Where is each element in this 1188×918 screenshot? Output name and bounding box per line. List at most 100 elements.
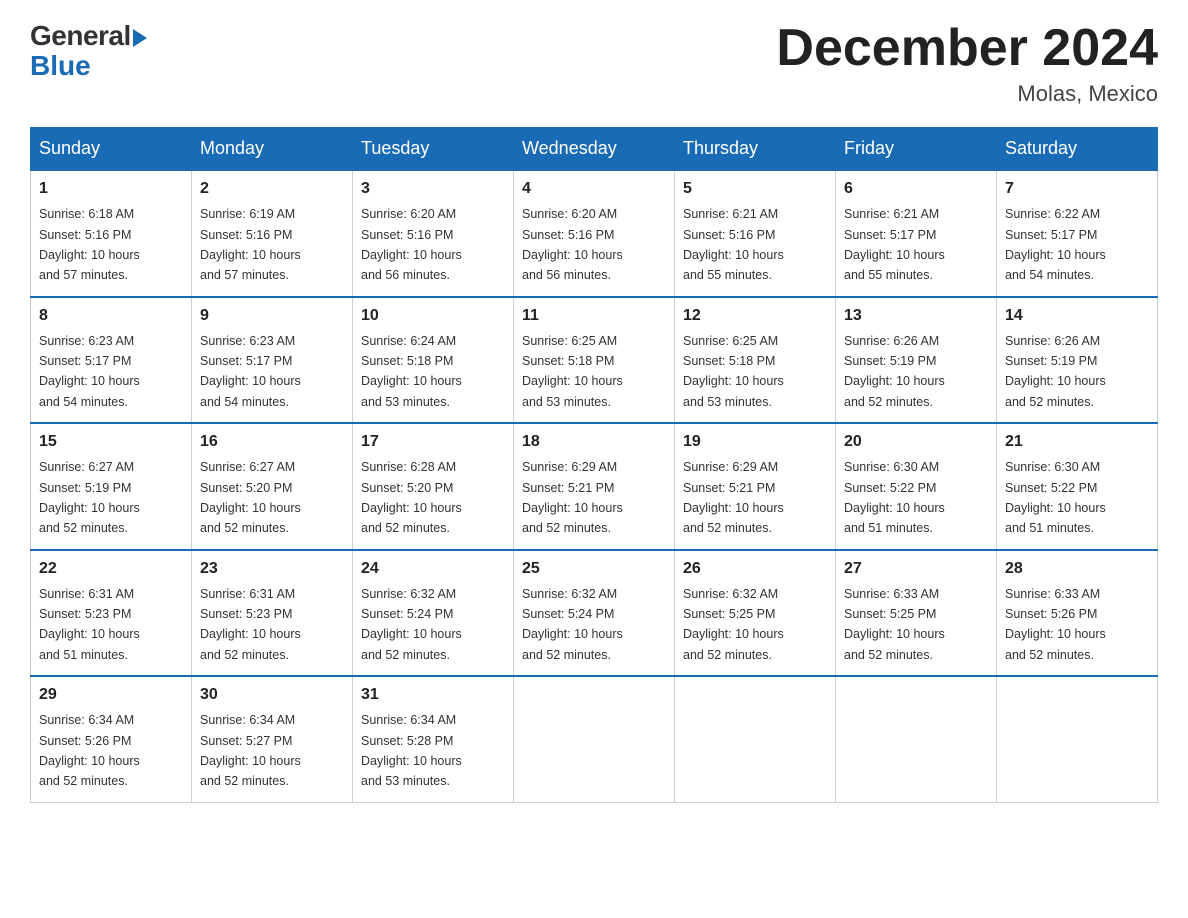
day-number: 26 xyxy=(683,557,827,581)
calendar-day-header: Tuesday xyxy=(353,128,514,171)
day-info: Sunrise: 6:31 AMSunset: 5:23 PMDaylight:… xyxy=(200,587,301,662)
day-number: 13 xyxy=(844,304,988,328)
day-number: 23 xyxy=(200,557,344,581)
calendar-cell xyxy=(836,676,997,802)
calendar-cell: 2 Sunrise: 6:19 AMSunset: 5:16 PMDayligh… xyxy=(192,170,353,297)
calendar-week-row: 15 Sunrise: 6:27 AMSunset: 5:19 PMDaylig… xyxy=(31,423,1158,550)
calendar-cell: 5 Sunrise: 6:21 AMSunset: 5:16 PMDayligh… xyxy=(675,170,836,297)
day-number: 3 xyxy=(361,177,505,201)
day-number: 20 xyxy=(844,430,988,454)
day-info: Sunrise: 6:24 AMSunset: 5:18 PMDaylight:… xyxy=(361,334,462,409)
calendar-cell: 26 Sunrise: 6:32 AMSunset: 5:25 PMDaylig… xyxy=(675,550,836,677)
calendar-week-row: 1 Sunrise: 6:18 AMSunset: 5:16 PMDayligh… xyxy=(31,170,1158,297)
day-info: Sunrise: 6:30 AMSunset: 5:22 PMDaylight:… xyxy=(844,460,945,535)
month-title: December 2024 xyxy=(776,20,1158,77)
day-info: Sunrise: 6:28 AMSunset: 5:20 PMDaylight:… xyxy=(361,460,462,535)
logo-blue-text: Blue xyxy=(30,50,91,82)
day-number: 28 xyxy=(1005,557,1149,581)
day-number: 25 xyxy=(522,557,666,581)
day-number: 31 xyxy=(361,683,505,707)
day-number: 17 xyxy=(361,430,505,454)
day-number: 2 xyxy=(200,177,344,201)
calendar-cell: 11 Sunrise: 6:25 AMSunset: 5:18 PMDaylig… xyxy=(514,297,675,424)
day-number: 6 xyxy=(844,177,988,201)
calendar-cell: 25 Sunrise: 6:32 AMSunset: 5:24 PMDaylig… xyxy=(514,550,675,677)
day-number: 29 xyxy=(39,683,183,707)
calendar-cell xyxy=(675,676,836,802)
day-number: 22 xyxy=(39,557,183,581)
logo: General Blue xyxy=(30,20,147,82)
day-number: 1 xyxy=(39,177,183,201)
day-info: Sunrise: 6:23 AMSunset: 5:17 PMDaylight:… xyxy=(200,334,301,409)
calendar-week-row: 8 Sunrise: 6:23 AMSunset: 5:17 PMDayligh… xyxy=(31,297,1158,424)
day-info: Sunrise: 6:21 AMSunset: 5:16 PMDaylight:… xyxy=(683,207,784,282)
day-info: Sunrise: 6:32 AMSunset: 5:24 PMDaylight:… xyxy=(361,587,462,662)
calendar-cell: 1 Sunrise: 6:18 AMSunset: 5:16 PMDayligh… xyxy=(31,170,192,297)
calendar-cell: 16 Sunrise: 6:27 AMSunset: 5:20 PMDaylig… xyxy=(192,423,353,550)
calendar-cell: 22 Sunrise: 6:31 AMSunset: 5:23 PMDaylig… xyxy=(31,550,192,677)
day-info: Sunrise: 6:29 AMSunset: 5:21 PMDaylight:… xyxy=(683,460,784,535)
calendar-cell: 28 Sunrise: 6:33 AMSunset: 5:26 PMDaylig… xyxy=(997,550,1158,677)
day-info: Sunrise: 6:22 AMSunset: 5:17 PMDaylight:… xyxy=(1005,207,1106,282)
day-info: Sunrise: 6:33 AMSunset: 5:26 PMDaylight:… xyxy=(1005,587,1106,662)
day-info: Sunrise: 6:33 AMSunset: 5:25 PMDaylight:… xyxy=(844,587,945,662)
day-info: Sunrise: 6:34 AMSunset: 5:28 PMDaylight:… xyxy=(361,713,462,788)
day-info: Sunrise: 6:29 AMSunset: 5:21 PMDaylight:… xyxy=(522,460,623,535)
day-number: 27 xyxy=(844,557,988,581)
calendar-cell: 12 Sunrise: 6:25 AMSunset: 5:18 PMDaylig… xyxy=(675,297,836,424)
calendar-day-header: Monday xyxy=(192,128,353,171)
day-info: Sunrise: 6:25 AMSunset: 5:18 PMDaylight:… xyxy=(683,334,784,409)
calendar-cell: 23 Sunrise: 6:31 AMSunset: 5:23 PMDaylig… xyxy=(192,550,353,677)
day-info: Sunrise: 6:26 AMSunset: 5:19 PMDaylight:… xyxy=(844,334,945,409)
calendar-cell: 18 Sunrise: 6:29 AMSunset: 5:21 PMDaylig… xyxy=(514,423,675,550)
logo-triangle-icon xyxy=(133,29,147,47)
day-info: Sunrise: 6:26 AMSunset: 5:19 PMDaylight:… xyxy=(1005,334,1106,409)
calendar-day-header: Thursday xyxy=(675,128,836,171)
day-info: Sunrise: 6:25 AMSunset: 5:18 PMDaylight:… xyxy=(522,334,623,409)
day-number: 19 xyxy=(683,430,827,454)
title-area: December 2024 Molas, Mexico xyxy=(776,20,1158,107)
day-number: 18 xyxy=(522,430,666,454)
day-info: Sunrise: 6:31 AMSunset: 5:23 PMDaylight:… xyxy=(39,587,140,662)
calendar-day-header: Friday xyxy=(836,128,997,171)
day-number: 14 xyxy=(1005,304,1149,328)
day-info: Sunrise: 6:34 AMSunset: 5:26 PMDaylight:… xyxy=(39,713,140,788)
day-info: Sunrise: 6:27 AMSunset: 5:20 PMDaylight:… xyxy=(200,460,301,535)
day-info: Sunrise: 6:34 AMSunset: 5:27 PMDaylight:… xyxy=(200,713,301,788)
calendar-cell: 7 Sunrise: 6:22 AMSunset: 5:17 PMDayligh… xyxy=(997,170,1158,297)
day-number: 11 xyxy=(522,304,666,328)
calendar-table: SundayMondayTuesdayWednesdayThursdayFrid… xyxy=(30,127,1158,803)
calendar-cell: 21 Sunrise: 6:30 AMSunset: 5:22 PMDaylig… xyxy=(997,423,1158,550)
calendar-cell xyxy=(514,676,675,802)
calendar-cell: 27 Sunrise: 6:33 AMSunset: 5:25 PMDaylig… xyxy=(836,550,997,677)
location: Molas, Mexico xyxy=(776,81,1158,107)
calendar-cell: 15 Sunrise: 6:27 AMSunset: 5:19 PMDaylig… xyxy=(31,423,192,550)
day-number: 5 xyxy=(683,177,827,201)
day-number: 4 xyxy=(522,177,666,201)
day-number: 15 xyxy=(39,430,183,454)
calendar-cell: 17 Sunrise: 6:28 AMSunset: 5:20 PMDaylig… xyxy=(353,423,514,550)
logo-general-text: General xyxy=(30,20,131,52)
day-info: Sunrise: 6:32 AMSunset: 5:24 PMDaylight:… xyxy=(522,587,623,662)
page-header: General Blue December 2024 Molas, Mexico xyxy=(30,20,1158,107)
calendar-cell: 24 Sunrise: 6:32 AMSunset: 5:24 PMDaylig… xyxy=(353,550,514,677)
calendar-cell: 30 Sunrise: 6:34 AMSunset: 5:27 PMDaylig… xyxy=(192,676,353,802)
day-info: Sunrise: 6:20 AMSunset: 5:16 PMDaylight:… xyxy=(361,207,462,282)
day-info: Sunrise: 6:23 AMSunset: 5:17 PMDaylight:… xyxy=(39,334,140,409)
day-number: 21 xyxy=(1005,430,1149,454)
calendar-day-header: Saturday xyxy=(997,128,1158,171)
calendar-day-header: Sunday xyxy=(31,128,192,171)
day-number: 12 xyxy=(683,304,827,328)
calendar-cell: 31 Sunrise: 6:34 AMSunset: 5:28 PMDaylig… xyxy=(353,676,514,802)
calendar-cell: 14 Sunrise: 6:26 AMSunset: 5:19 PMDaylig… xyxy=(997,297,1158,424)
day-number: 7 xyxy=(1005,177,1149,201)
calendar-day-header: Wednesday xyxy=(514,128,675,171)
day-info: Sunrise: 6:21 AMSunset: 5:17 PMDaylight:… xyxy=(844,207,945,282)
calendar-cell: 6 Sunrise: 6:21 AMSunset: 5:17 PMDayligh… xyxy=(836,170,997,297)
day-number: 8 xyxy=(39,304,183,328)
calendar-cell: 20 Sunrise: 6:30 AMSunset: 5:22 PMDaylig… xyxy=(836,423,997,550)
day-number: 30 xyxy=(200,683,344,707)
calendar-cell: 3 Sunrise: 6:20 AMSunset: 5:16 PMDayligh… xyxy=(353,170,514,297)
day-info: Sunrise: 6:32 AMSunset: 5:25 PMDaylight:… xyxy=(683,587,784,662)
calendar-cell: 19 Sunrise: 6:29 AMSunset: 5:21 PMDaylig… xyxy=(675,423,836,550)
